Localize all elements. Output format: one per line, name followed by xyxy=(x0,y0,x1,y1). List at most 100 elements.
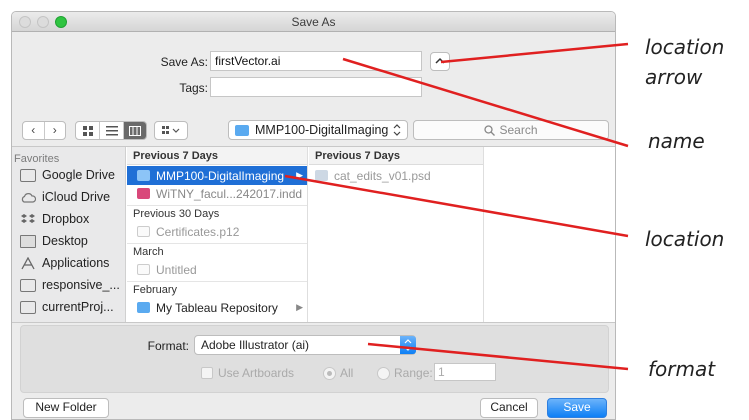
format-select[interactable]: Adobe Illustrator (ai) xyxy=(194,335,416,355)
sidebar-item-responsive[interactable]: responsive_... xyxy=(20,275,124,295)
list-item-label: Certificates.p12 xyxy=(156,224,240,239)
location-popup-label: MMP100-DigitalImaging xyxy=(255,122,389,137)
cloud-icon xyxy=(21,192,36,203)
back-forward-control: ‹ › xyxy=(22,121,66,140)
save-dialog: Save As Save As: firstVector.ai Tags: ‹ … xyxy=(11,11,616,420)
annotation-location-arrow-line1: location xyxy=(645,35,725,59)
arrange-icon xyxy=(162,126,180,134)
expand-location-button[interactable] xyxy=(430,52,450,71)
disclosure-arrow-icon: ▶ xyxy=(296,170,303,180)
list-view-button[interactable] xyxy=(100,122,124,139)
sidebar-item-icloud-drive[interactable]: iCloud Drive xyxy=(20,187,124,207)
sidebar-item-dropbox[interactable]: Dropbox xyxy=(20,209,124,229)
list-item-certificates[interactable]: Certificates.p12 xyxy=(127,222,307,241)
list-item-untitled[interactable]: Untitled xyxy=(127,260,307,279)
dropbox-icon xyxy=(21,213,35,223)
list-item-cat-edits[interactable]: cat_edits_v01.psd xyxy=(309,166,483,185)
columns-icon xyxy=(129,126,141,136)
sidebar-item-label: responsive_... xyxy=(42,278,120,292)
folder-icon xyxy=(20,278,36,292)
folder-icon xyxy=(235,124,249,136)
sidebar: Favorites Google Drive iCloud Drive Drop… xyxy=(12,147,126,322)
new-folder-button[interactable]: New Folder xyxy=(23,398,109,418)
save-button[interactable]: Save xyxy=(547,398,607,418)
folder-icon xyxy=(20,168,36,182)
sidebar-item-label: currentProj... xyxy=(42,300,114,314)
section-heading: March xyxy=(127,243,307,260)
search-field[interactable]: Search xyxy=(413,120,609,140)
tags-input[interactable] xyxy=(210,77,422,97)
format-options-panel: Format: Adobe Illustrator (ai) Use Artbo… xyxy=(20,325,609,393)
disclosure-arrow-icon: ▶ xyxy=(296,302,303,312)
back-button[interactable]: ‹ xyxy=(23,122,45,139)
all-label: All xyxy=(340,366,354,380)
up-down-chevron-icon xyxy=(393,124,401,136)
sidebar-item-label: Desktop xyxy=(42,234,88,248)
sidebar-item-label: Dropbox xyxy=(42,212,90,226)
sidebar-item-current-project[interactable]: currentProj... xyxy=(20,297,124,317)
sidebar-item-label: Applications xyxy=(42,256,110,270)
sidebar-item-applications[interactable]: Applications xyxy=(20,253,124,273)
list-item-witny[interactable]: WiTNY_facul...242017.indd xyxy=(127,184,307,203)
use-artboards-label: Use Artboards xyxy=(218,366,295,380)
title-bar: Save As xyxy=(12,12,615,32)
sidebar-item-label: iCloud Drive xyxy=(42,190,111,204)
cancel-button[interactable]: Cancel xyxy=(480,398,538,418)
desktop-icon xyxy=(20,234,36,248)
format-select-value: Adobe Illustrator (ai) xyxy=(201,337,310,352)
annotation-format: format xyxy=(648,357,716,381)
list-item-label: cat_edits_v01.psd xyxy=(334,168,431,183)
range-label: Range: xyxy=(394,366,433,380)
list-item-label: MMP100-DigitalImaging xyxy=(156,168,285,183)
arrange-menu-button[interactable] xyxy=(154,121,188,140)
range-input[interactable]: 1 xyxy=(434,363,496,381)
search-placeholder: Search xyxy=(499,122,538,137)
file-icon xyxy=(137,264,150,275)
location-popup[interactable]: MMP100-DigitalImaging xyxy=(228,120,408,140)
file-icon xyxy=(137,226,150,237)
folder-icon xyxy=(137,302,150,313)
window-title: Save As xyxy=(291,15,336,29)
save-as-label: Save As: xyxy=(160,55,208,69)
section-heading: February xyxy=(127,281,307,298)
sidebar-item-label: Google Drive xyxy=(42,168,115,182)
column-2-header: Previous 7 Days xyxy=(309,147,483,165)
list-icon xyxy=(105,126,118,136)
psd-file-icon xyxy=(315,170,328,181)
list-item-label: Untitled xyxy=(156,262,197,277)
applications-icon xyxy=(21,256,35,269)
save-as-input[interactable]: firstVector.ai xyxy=(210,51,422,71)
column-1-header: Previous 7 Days xyxy=(127,147,307,165)
list-item-tableau[interactable]: My Tableau Repository ▶ xyxy=(127,298,307,317)
view-mode-control xyxy=(75,121,147,140)
section-heading: Previous 30 Days xyxy=(127,205,307,222)
icon-view-button[interactable] xyxy=(76,122,100,139)
sidebar-item-desktop[interactable]: Desktop xyxy=(20,231,124,251)
list-item-label: WiTNY_facul...242017.indd xyxy=(156,186,303,201)
forward-button[interactable]: › xyxy=(45,122,66,139)
annotation-location-arrow: location arrow xyxy=(645,32,724,92)
column-1: Previous 7 Days MMP100-DigitalImaging ▶ … xyxy=(127,147,308,322)
options-area: Format: Adobe Illustrator (ai) Use Artbo… xyxy=(12,323,615,419)
file-browser: Favorites Google Drive iCloud Drive Drop… xyxy=(12,146,615,323)
folder-icon xyxy=(20,300,36,314)
range-radio[interactable] xyxy=(377,367,390,380)
format-label: Format: xyxy=(147,339,189,353)
list-item-mmp100[interactable]: MMP100-DigitalImaging ▶ xyxy=(127,166,307,185)
use-artboards-checkbox[interactable] xyxy=(201,367,213,379)
all-radio[interactable] xyxy=(323,367,336,380)
sidebar-item-google-drive[interactable]: Google Drive xyxy=(20,165,124,185)
column-2: Previous 7 Days cat_edits_v01.psd xyxy=(309,147,484,322)
tags-label: Tags: xyxy=(179,81,208,95)
annotation-name: name xyxy=(648,129,705,153)
sidebar-heading: Favorites xyxy=(14,153,60,165)
annotation-location: location xyxy=(645,227,725,251)
chevron-up-icon xyxy=(435,57,445,64)
list-item-label: My Tableau Repository xyxy=(156,300,278,315)
grid-icon xyxy=(82,126,93,136)
folder-icon xyxy=(137,170,150,181)
search-icon xyxy=(484,124,496,136)
annotation-location-arrow-line2: arrow xyxy=(645,65,703,89)
up-down-chevron-icon xyxy=(400,336,416,354)
column-view-button[interactable] xyxy=(124,122,146,139)
